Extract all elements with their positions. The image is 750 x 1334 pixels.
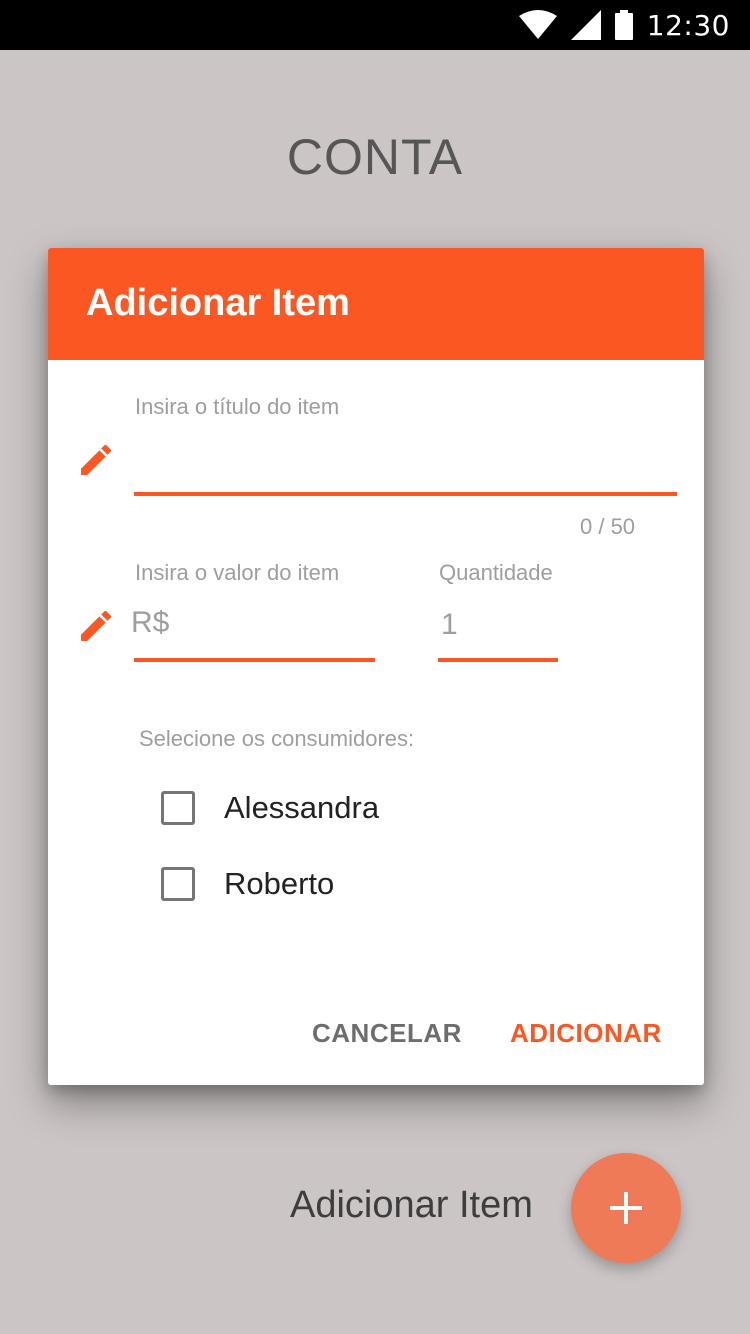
battery-icon [614, 10, 633, 40]
wifi-icon [518, 10, 557, 39]
plus-icon [610, 1192, 642, 1224]
add-item-label: Adicionar Item [290, 1184, 533, 1226]
add-item-fab-button[interactable] [571, 1153, 681, 1263]
consumers-label: Selecione os consumidores: [139, 726, 415, 751]
cancel-button[interactable]: CANCELAR [312, 1018, 462, 1049]
pencil-icon [81, 444, 112, 475]
title-char-counter: 0 / 50 [580, 514, 636, 539]
quantity-field-label: Quantidade [439, 560, 553, 585]
add-button[interactable]: ADICIONAR [510, 1018, 662, 1049]
consumer-name: Roberto [224, 866, 335, 901]
add-item-dialog: Adicionar Item Insira o título do item 0… [48, 248, 704, 1085]
value-field-underline [134, 658, 375, 662]
dialog-header: Adicionar Item [48, 248, 704, 360]
value-field-label: Insira o valor do item [135, 560, 340, 585]
cell-signal-icon [570, 10, 601, 40]
title-field-label: Insira o título do item [135, 394, 340, 419]
page-title: CONTA [286, 129, 464, 185]
checkbox[interactable] [161, 867, 195, 901]
consumer-name: Alessandra [224, 790, 380, 825]
status-bar: 12:30 [0, 0, 750, 50]
dialog-title: Adicionar Item [86, 282, 350, 324]
value-field-input[interactable]: R$ [131, 606, 169, 640]
consumer-row-roberto[interactable]: Roberto [161, 864, 334, 904]
quantity-field-input[interactable]: 1 [441, 608, 458, 642]
checkbox[interactable] [161, 791, 195, 825]
consumer-row-alessandra[interactable]: Alessandra [161, 788, 379, 828]
status-time: 12:30 [646, 8, 730, 42]
quantity-field-underline [438, 658, 558, 662]
title-field-underline [134, 492, 677, 496]
pencil-icon [81, 610, 112, 641]
